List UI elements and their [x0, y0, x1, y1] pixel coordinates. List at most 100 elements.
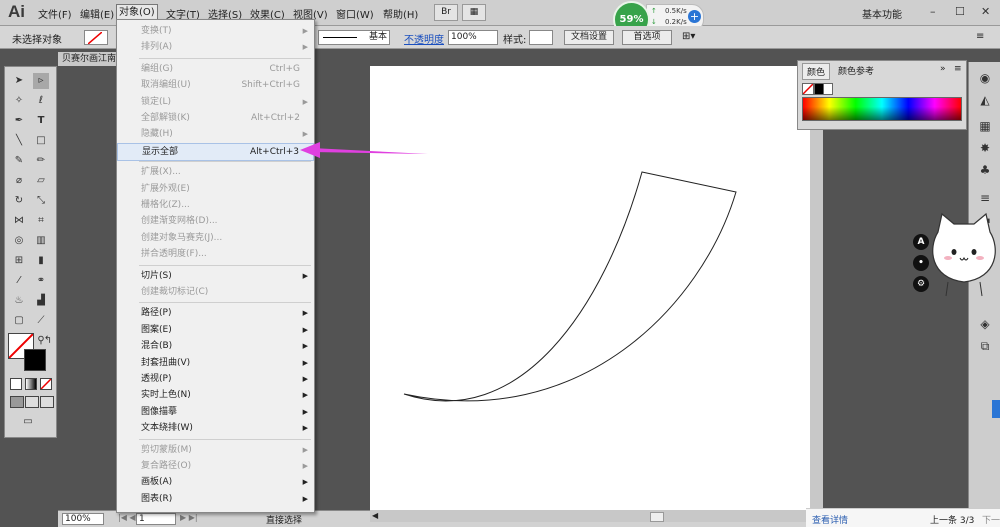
minimize-icon[interactable]: – [930, 5, 936, 18]
next-item-nav[interactable]: 下一 [982, 513, 1000, 526]
artboard[interactable] [370, 66, 810, 510]
sticker-settings-icon[interactable]: ⚙ [913, 276, 929, 292]
opacity-field[interactable]: 100% [448, 30, 498, 45]
blob-brush-tool-icon[interactable]: ⌀ [11, 173, 27, 189]
preferences-button[interactable]: 首选项 [622, 30, 672, 45]
eraser-tool-icon[interactable]: ▱ [33, 173, 49, 189]
shape-builder-tool-icon[interactable]: ◎ [11, 233, 27, 249]
maximize-icon[interactable]: ☐ [955, 5, 965, 18]
swap-fill-stroke-icon[interactable]: ↰ [40, 333, 56, 349]
column-graph-tool-icon[interactable]: ▟ [33, 293, 49, 309]
close-icon[interactable]: ✕ [981, 5, 990, 18]
menu-item[interactable]: 文本绕排(W) ▶ [117, 420, 314, 436]
brushes-panel-icon[interactable]: ✸ [975, 138, 995, 158]
pen-tool-icon[interactable]: ✒ [11, 113, 27, 129]
arrange-documents-icon[interactable]: ▦ [462, 4, 486, 21]
width-tool-icon[interactable]: ⋈ [11, 213, 27, 229]
gradient-mode-icon[interactable] [25, 378, 37, 390]
white-swatch[interactable] [823, 83, 833, 95]
menu-file[interactable]: 文件(F) [38, 6, 72, 21]
last-page-icon[interactable]: ▶ ▶| [180, 513, 198, 522]
document-tab[interactable]: 贝赛尔画江南 [58, 52, 122, 66]
menu-edit[interactable]: 编辑(E) [80, 6, 114, 21]
vertical-scrollbar[interactable] [810, 66, 823, 510]
scroll-left-icon[interactable]: ◀ [372, 511, 378, 520]
free-transform-tool-icon[interactable]: ⌗ [33, 213, 49, 229]
graphic-style-swatch[interactable] [529, 30, 553, 45]
menu-item[interactable]: 显示全部 Alt+Ctrl+3 [117, 142, 314, 161]
sticker-button-b[interactable]: • [913, 255, 929, 271]
scroll-thumb[interactable] [650, 512, 664, 522]
none-mode-icon[interactable] [40, 378, 52, 390]
artboard-tool-icon[interactable]: ▢ [11, 313, 27, 329]
plus-icon[interactable]: + [688, 10, 701, 23]
menu-item[interactable]: 透视(P) ▶ [117, 371, 314, 387]
artboards-panel-icon[interactable]: ⧉ [975, 336, 995, 356]
symbols-panel-icon[interactable]: ♣ [975, 160, 995, 180]
draw-inside-icon[interactable] [40, 396, 54, 408]
eyedropper-tool-icon[interactable]: ⁄ [11, 273, 27, 289]
menu-window[interactable]: 窗口(W) [336, 6, 374, 21]
stroke-profile-select[interactable]: 基本 [318, 30, 390, 45]
line-tool-icon[interactable]: ╲ [11, 133, 27, 149]
swatches-panel-icon[interactable]: ▦ [975, 116, 995, 136]
perspective-grid-tool-icon[interactable]: ▥ [33, 233, 49, 249]
selection-tool-icon[interactable]: ➤ [11, 73, 27, 89]
side-widget-tab[interactable] [992, 400, 1000, 418]
bezier-curve-artwork[interactable] [370, 66, 810, 510]
color-spectrum[interactable] [802, 97, 962, 121]
color-mode-icon[interactable] [10, 378, 22, 390]
panel-menu-icon[interactable]: ≡ [976, 31, 984, 42]
lasso-tool-icon[interactable]: ℓ [33, 93, 49, 109]
prev-item-nav[interactable]: 上一条 3/3 [930, 513, 974, 526]
tab-color-guide[interactable]: 颜色参考 [834, 63, 878, 78]
direct-selection-tool-icon[interactable]: ▹ [33, 73, 49, 89]
draw-normal-icon[interactable] [10, 396, 24, 408]
first-page-icon[interactable]: |◀ ◀ [118, 513, 136, 522]
sticker-button-a[interactable]: A [913, 234, 929, 250]
opacity-link[interactable]: 不透明度 [404, 31, 444, 46]
appearance-panel-icon[interactable]: ◉ [975, 68, 995, 88]
mesh-tool-icon[interactable]: ⊞ [11, 253, 27, 269]
workspace-switcher[interactable]: 基本功能 [862, 6, 902, 21]
view-details-link[interactable]: 查看详情 [812, 513, 848, 526]
menu-item[interactable]: 图像描摹 ▶ [117, 404, 314, 420]
menu-help[interactable]: 帮助(H) [383, 6, 418, 21]
rotate-tool-icon[interactable]: ↻ [11, 193, 27, 209]
navigator-panel-icon[interactable]: ◭ [975, 90, 995, 110]
type-tool-icon[interactable]: T [33, 113, 49, 129]
document-settings-button[interactable]: 文档设置 [564, 30, 614, 45]
blend-tool-icon[interactable]: ⚭ [33, 273, 49, 289]
magic-wand-tool-icon[interactable]: ✧ [11, 93, 27, 109]
screen-mode-icon[interactable]: ▭ [20, 414, 36, 430]
layers-panel-icon[interactable]: ◈ [975, 314, 995, 334]
menu-item[interactable]: 切片(S) ▶ [117, 268, 314, 284]
fill-color-icon[interactable] [84, 30, 108, 45]
paintbrush-tool-icon[interactable]: ✎ [11, 153, 27, 169]
arrange-icon[interactable]: ⊞▾ [682, 31, 695, 42]
symbol-sprayer-tool-icon[interactable]: ♨ [11, 293, 27, 309]
draw-behind-icon[interactable] [25, 396, 39, 408]
slice-tool-icon[interactable]: ⟋ [33, 313, 49, 329]
stroke-panel-icon[interactable]: ≡ [975, 188, 995, 208]
scale-tool-icon[interactable]: ⤡ [33, 193, 49, 209]
panel-collapse-icon[interactable]: » [936, 63, 950, 75]
horizontal-scrollbar[interactable]: ◀ [370, 510, 810, 522]
menu-item[interactable]: 实时上色(N) ▶ [117, 387, 314, 403]
none-swatch-icon[interactable] [802, 83, 814, 95]
stroke-swatch[interactable] [24, 349, 46, 371]
menu-item[interactable]: 图案(E) ▶ [117, 322, 314, 338]
menu-item[interactable]: 封套扭曲(V) ▶ [117, 355, 314, 371]
zoom-field[interactable]: 100% [62, 513, 104, 525]
rectangle-tool-icon[interactable]: □ [33, 133, 49, 149]
bridge-icon[interactable]: Br [434, 4, 458, 21]
pencil-tool-icon[interactable]: ✏ [33, 153, 49, 169]
menu-item[interactable]: 路径(P) ▶ [117, 305, 314, 321]
gradient-tool-icon[interactable]: ▮ [33, 253, 49, 269]
menu-item[interactable]: 混合(B) ▶ [117, 338, 314, 354]
panel-options-icon[interactable]: ≡ [950, 63, 966, 75]
menu-item[interactable]: 图表(R) ▶ [117, 491, 314, 507]
tab-color[interactable]: 颜色 [802, 63, 831, 80]
cat-sticker[interactable] [928, 212, 1000, 297]
menu-item[interactable]: 画板(A) ▶ [117, 474, 314, 490]
